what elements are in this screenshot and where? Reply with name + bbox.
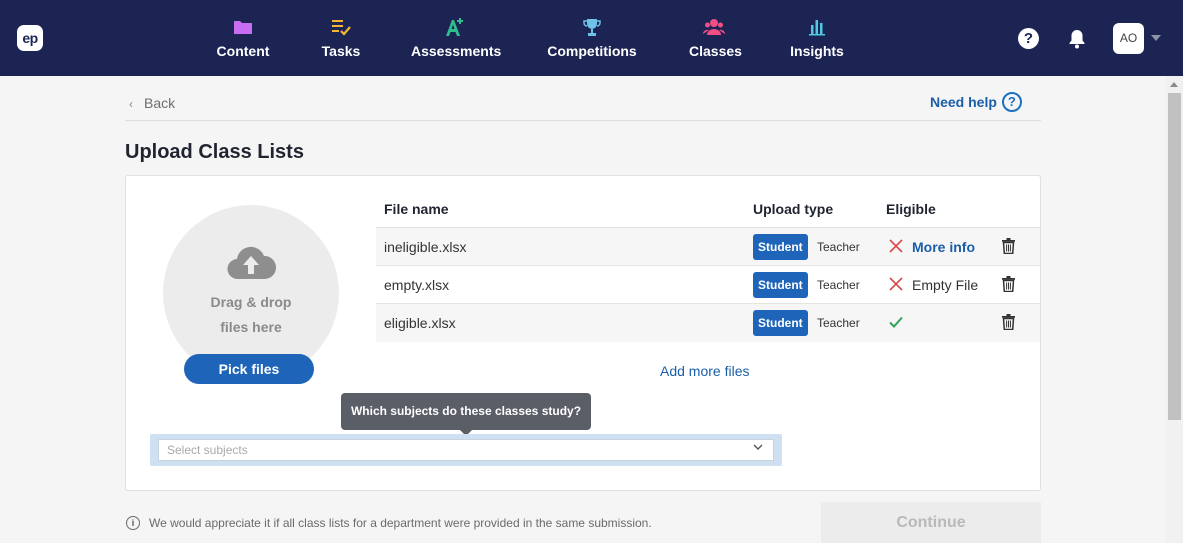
scrollbar-thumb[interactable] [1168, 93, 1181, 420]
chevron-down-icon[interactable] [753, 443, 763, 451]
trash-icon[interactable] [1002, 276, 1015, 292]
nav-item-content[interactable]: Content [216, 16, 270, 64]
close-icon [889, 239, 903, 253]
avatar[interactable]: AO [1113, 23, 1144, 54]
info-icon: i [126, 516, 140, 530]
header-divider [125, 120, 1041, 121]
upload-type-student-toggle[interactable]: Student [753, 272, 808, 298]
question-circle-icon: ? [1001, 92, 1022, 112]
folder-icon [234, 21, 252, 34]
trash-icon[interactable] [1002, 314, 1015, 330]
upload-type-teacher-toggle[interactable]: Teacher [817, 314, 860, 332]
page-title: Upload Class Lists [125, 141, 304, 163]
nav-item-classes[interactable]: Classes [689, 16, 742, 64]
help-icon[interactable]: ? [1018, 28, 1039, 49]
bell-icon[interactable] [1067, 28, 1087, 49]
nav-item-label: Insights [790, 43, 844, 59]
file-name: ineligible.xlsx [384, 239, 467, 255]
dropzone-text: Drag & drop files here [163, 290, 339, 340]
upload-type-student-toggle[interactable]: Student [753, 234, 808, 260]
need-help-link[interactable]: Need help? [930, 92, 1022, 112]
dropzone-text-line2: files here [220, 319, 282, 335]
nav-item-label: Content [216, 43, 270, 59]
top-navigation-bar: ep Content Tasks Assessments Competition… [0, 0, 1183, 76]
nav-item-label: Tasks [321, 43, 361, 59]
nav-item-label: Classes [689, 43, 742, 59]
upload-type-student-toggle[interactable]: Student [753, 310, 808, 336]
more-info-link[interactable]: More info [912, 238, 975, 256]
column-header-upload-type: Upload type [753, 201, 834, 217]
cloud-upload-icon [227, 246, 276, 280]
nav-item-label: Competitions [547, 43, 637, 59]
nav-item-label: Assessments [411, 43, 502, 59]
upload-type-teacher-toggle[interactable]: Teacher [817, 276, 860, 294]
nav-item-insights[interactable]: Insights [790, 16, 844, 64]
table-row: ineligible.xlsx Student Teacher More inf… [376, 228, 1040, 266]
chart-icon [809, 20, 825, 36]
pick-files-button[interactable]: Pick files [184, 354, 314, 384]
close-icon [889, 277, 903, 291]
users-icon [703, 19, 725, 35]
file-name: eligible.xlsx [384, 315, 456, 331]
subjects-tooltip: Which subjects do these classes study? [341, 393, 591, 430]
info-text: We would appreciate it if all class list… [149, 516, 652, 530]
nav-item-competitions[interactable]: Competitions [547, 16, 637, 64]
upload-type-teacher-toggle[interactable]: Teacher [817, 238, 860, 256]
back-label: Back [144, 95, 176, 111]
table-row: eligible.xlsx Student Teacher [376, 304, 1040, 342]
chevron-down-icon[interactable] [1151, 35, 1161, 41]
column-header-eligible: Eligible [886, 201, 936, 217]
nav-item-assessments[interactable]: Assessments [411, 16, 502, 64]
assessment-icon [446, 18, 463, 36]
back-link[interactable]: ‹ Back [129, 94, 175, 113]
dropzone-text-line1: Drag & drop [210, 294, 292, 310]
scroll-up-arrow-icon[interactable] [1170, 82, 1178, 87]
nav-item-tasks[interactable]: Tasks [318, 16, 364, 64]
eligibility-status: Empty File [912, 277, 979, 293]
select-subjects-dropdown[interactable]: Select subjects [158, 439, 774, 461]
tasks-icon [332, 20, 351, 36]
check-icon [889, 316, 903, 328]
need-help-label: Need help [930, 94, 997, 110]
column-header-file-name: File name [384, 201, 449, 217]
chevron-left-icon: ‹ [129, 97, 133, 111]
table-row: empty.xlsx Student Teacher Empty File [376, 266, 1040, 304]
file-name: empty.xlsx [384, 277, 450, 293]
trophy-icon [583, 19, 601, 36]
add-more-files-link[interactable]: Add more files [660, 362, 749, 380]
logo[interactable]: ep [17, 25, 43, 51]
trash-icon[interactable] [1002, 238, 1015, 254]
continue-button[interactable]: Continue [821, 502, 1041, 543]
